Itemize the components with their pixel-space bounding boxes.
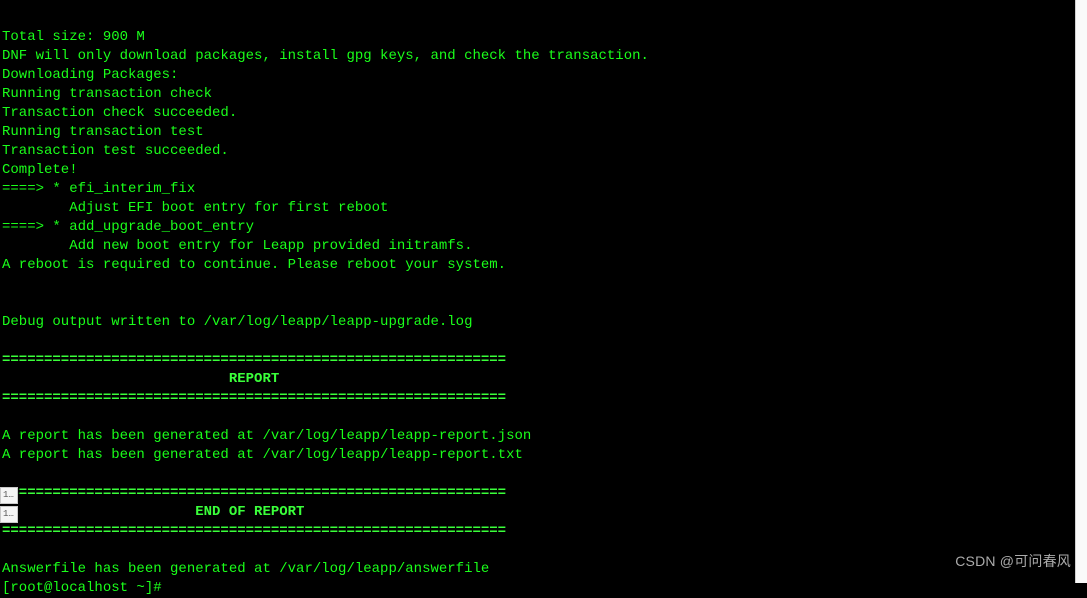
- terminal-line: A report has been generated at /var/log/…: [2, 446, 1073, 465]
- terminal-line: [2, 408, 1073, 427]
- terminal-line: Complete!: [2, 161, 1073, 180]
- terminal-line: [2, 541, 1073, 560]
- side-tabs: 1… 1…: [0, 487, 18, 523]
- side-tab-1[interactable]: 1…: [0, 487, 18, 504]
- terminal-line: [2, 332, 1073, 351]
- terminal-line: Add new boot entry for Leapp provided in…: [2, 237, 1073, 256]
- side-tab-2[interactable]: 1…: [0, 506, 18, 523]
- terminal-line: ====> * add_upgrade_boot_entry: [2, 218, 1073, 237]
- terminal-line: A report has been generated at /var/log/…: [2, 427, 1073, 446]
- terminal-line: Running transaction check: [2, 85, 1073, 104]
- terminal-line: END OF REPORT: [2, 503, 1073, 522]
- terminal-line: Downloading Packages:: [2, 66, 1073, 85]
- terminal-line: [2, 294, 1073, 313]
- terminal-line: ========================================…: [2, 389, 1073, 408]
- terminal-line: DNF will only download packages, install…: [2, 47, 1073, 66]
- terminal-line: A reboot is required to continue. Please…: [2, 256, 1073, 275]
- terminal-line: [2, 465, 1073, 484]
- terminal-line: ========================================…: [2, 484, 1073, 503]
- terminal-line: Adjust EFI boot entry for first reboot: [2, 199, 1073, 218]
- terminal-output[interactable]: Total size: 900 MDNF will only download …: [0, 0, 1075, 583]
- terminal-line: ====> * efi_interim_fix: [2, 180, 1073, 199]
- terminal-line: REPORT: [2, 370, 1073, 389]
- terminal-line: ========================================…: [2, 351, 1073, 370]
- terminal-line: Answerfile has been generated at /var/lo…: [2, 560, 1073, 579]
- terminal-line: Running transaction test: [2, 123, 1073, 142]
- terminal-line: [root@localhost ~]#: [2, 579, 1073, 598]
- terminal-line: ========================================…: [2, 522, 1073, 541]
- terminal-line: Transaction test succeeded.: [2, 142, 1073, 161]
- scrollbar-track[interactable]: [1075, 0, 1087, 583]
- terminal-line: [2, 275, 1073, 294]
- watermark-text: CSDN @可问春风: [955, 552, 1071, 571]
- terminal-line: Transaction check succeeded.: [2, 104, 1073, 123]
- terminal-line: Total size: 900 M: [2, 28, 1073, 47]
- terminal-line: Debug output written to /var/log/leapp/l…: [2, 313, 1073, 332]
